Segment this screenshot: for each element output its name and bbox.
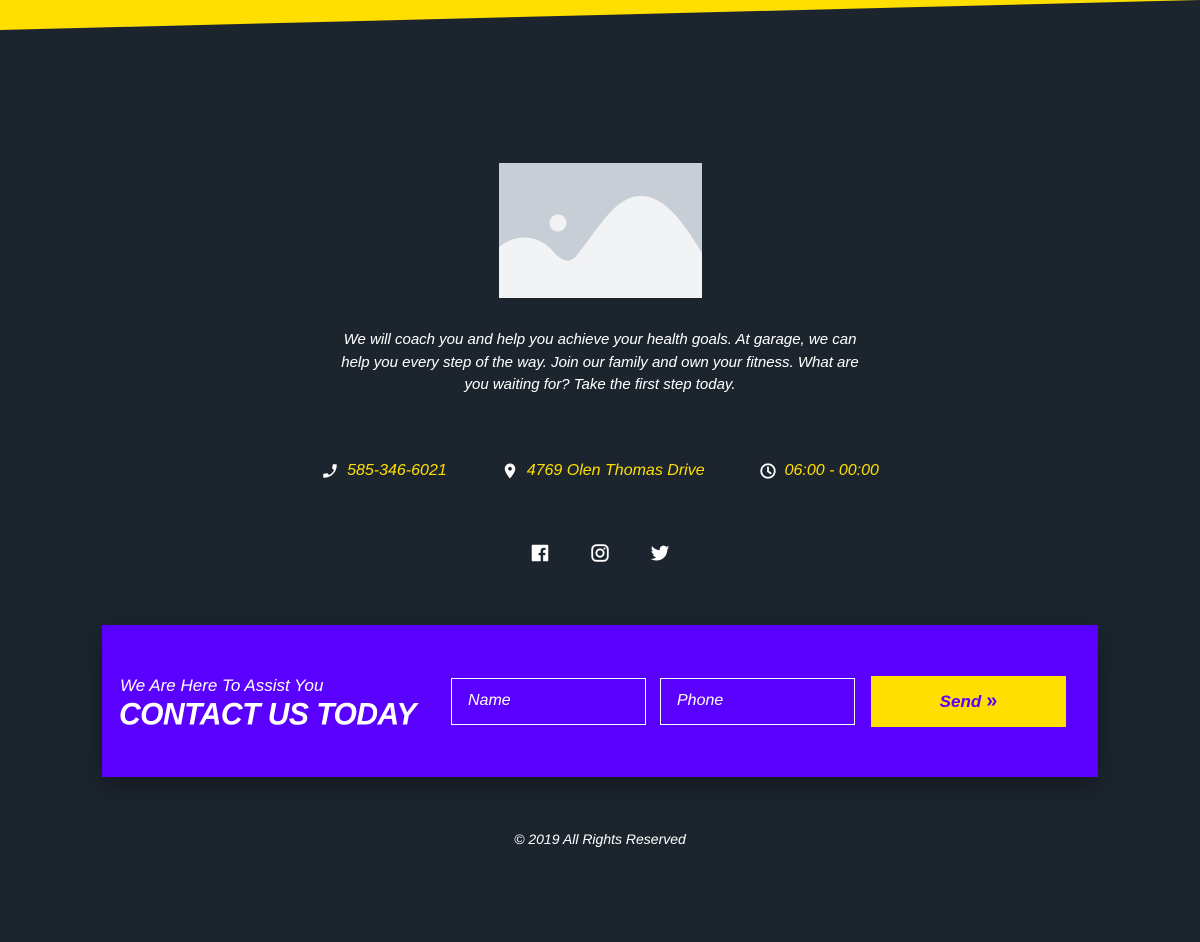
double-chevron-right-icon: » <box>986 689 998 712</box>
phone-icon <box>323 464 337 478</box>
opening-hours: 06:00 - 00:00 <box>784 462 879 479</box>
phone-number: 585-346-6021 <box>347 462 447 479</box>
contact-banner: We Are Here To Assist You CONTACT US TOD… <box>102 625 1098 777</box>
address-info[interactable]: 4769 Olen Thomas Drive <box>501 462 705 480</box>
address-text: 4769 Olen Thomas Drive <box>526 462 705 479</box>
name-field[interactable] <box>451 678 646 725</box>
twitter-icon <box>650 545 670 561</box>
twitter-link[interactable] <box>649 542 671 564</box>
hours-info: 06:00 - 00:00 <box>759 462 879 480</box>
top-accent-stripe <box>0 0 1200 30</box>
phone-info[interactable]: 585-346-6021 <box>321 462 447 480</box>
contact-subtitle: We Are Here To Assist You <box>120 676 324 695</box>
send-button-label: Send <box>939 691 982 711</box>
contact-info-row: 585-346-6021 4769 Olen Thomas Drive 06:0… <box>0 459 1200 483</box>
social-links <box>0 542 1200 564</box>
image-placeholder-icon <box>499 163 702 298</box>
about-tagline: We will coach you and help you achieve y… <box>341 331 859 393</box>
map-pin-icon <box>504 463 515 479</box>
phone-field[interactable] <box>660 678 855 725</box>
clock-icon <box>759 463 776 479</box>
facebook-icon <box>531 544 549 562</box>
send-button[interactable]: Send » <box>871 676 1066 727</box>
instagram-link[interactable] <box>589 542 611 564</box>
instagram-icon <box>591 544 609 562</box>
contact-title: CONTACT US TODAY <box>119 697 417 732</box>
copyright-text: © 2019 All Rights Reserved <box>514 831 686 847</box>
facebook-link[interactable] <box>529 542 551 564</box>
